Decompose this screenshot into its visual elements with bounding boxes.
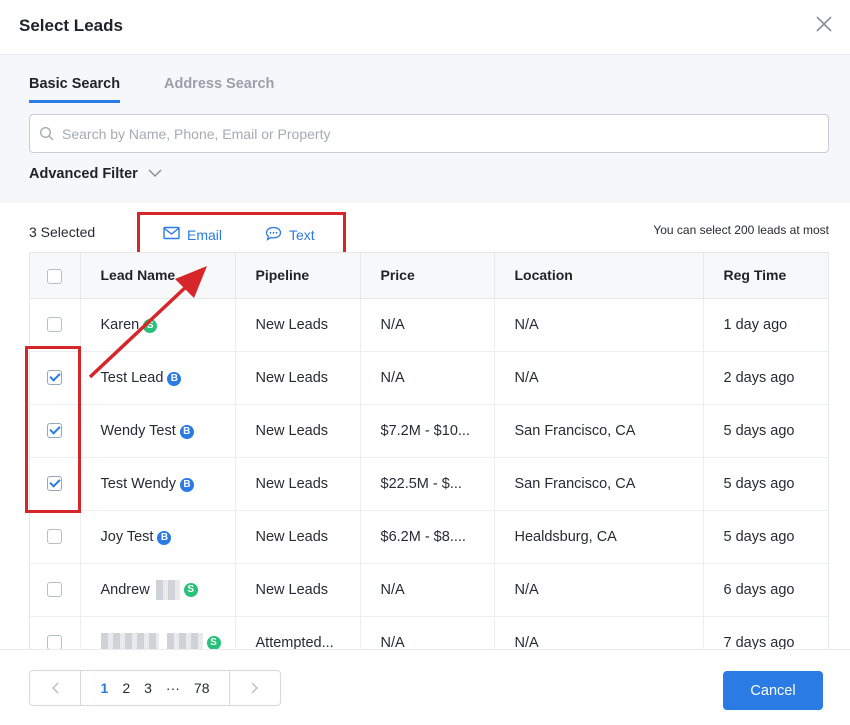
price-cell: N/A: [360, 351, 495, 405]
location-cell: N/A: [494, 351, 704, 405]
pagination-pages: 1 2 3 ··· 78: [81, 680, 229, 696]
price-cell: N/A: [360, 563, 495, 617]
price-cell: $22.5M - $...: [360, 457, 495, 511]
lead-name[interactable]: Andrew: [101, 581, 150, 597]
reg-time-cell: 5 days ago: [703, 510, 828, 564]
page-1[interactable]: 1: [101, 680, 109, 696]
checkbox-highlight-annotation: [25, 346, 81, 513]
table-row[interactable]: Joy Test B New Leads $6.2M - $8.... Heald…: [30, 510, 828, 564]
column-header-price[interactable]: Price: [360, 253, 495, 299]
pipeline-cell: New Leads: [235, 298, 361, 352]
leads-table: Lead Name Pipeline Price Location Reg Ti…: [29, 252, 829, 649]
column-header-lead-name[interactable]: Lead Name: [80, 253, 236, 299]
buyer-badge: B: [167, 371, 182, 386]
table-row[interactable]: Test Wendy B New Leads $22.5M - $... San …: [30, 457, 828, 511]
buyer-badge: B: [179, 424, 194, 439]
text-button[interactable]: Text: [265, 226, 315, 244]
pipeline-cell: New Leads: [235, 351, 361, 405]
tab-basic-search[interactable]: Basic Search: [29, 76, 121, 103]
price-cell: N/A: [360, 298, 495, 352]
lead-name[interactable]: Karen: [101, 317, 140, 333]
email-button-label: Email: [187, 226, 223, 243]
pipeline-cell: New Leads: [235, 404, 361, 458]
search-panel: Basic Search Address Search Advanced Fil…: [0, 55, 850, 203]
page-78[interactable]: 78: [194, 680, 210, 696]
seller-badge: S: [206, 636, 221, 649]
location-cell: N/A: [494, 298, 704, 352]
page-ellipsis[interactable]: ···: [166, 680, 180, 696]
modal-title: Select Leads: [19, 16, 123, 35]
selection-limit-note: You can select 200 leads at most: [653, 223, 829, 237]
buyer-badge: B: [180, 477, 194, 492]
price-cell: $6.2M - $8....: [360, 510, 495, 564]
redacted-name: [166, 632, 203, 649]
row-checkbox[interactable]: [47, 317, 63, 333]
table-row[interactable]: Karen S New Leads N/A N/A 1 day ago: [30, 298, 828, 352]
advanced-filter-toggle[interactable]: Advanced Filter: [29, 166, 162, 182]
chevron-right-icon: [251, 682, 258, 694]
row-checkbox[interactable]: [47, 582, 63, 598]
pipeline-cell: New Leads: [235, 563, 361, 617]
chevron-down-icon: [148, 166, 162, 182]
reg-time-cell: 5 days ago: [703, 404, 828, 458]
table-header-row: Lead Name Pipeline Price Location Reg Ti…: [30, 253, 828, 299]
pipeline-cell: New Leads: [235, 510, 361, 564]
pagination-prev-button[interactable]: [30, 671, 81, 705]
column-header-pipeline[interactable]: Pipeline: [235, 253, 361, 299]
seller-badge: S: [143, 318, 158, 333]
price-cell: N/A: [360, 616, 495, 649]
select-all-checkbox[interactable]: [47, 268, 63, 284]
table-row[interactable]: S Attempted... N/A N/A 7 days ago: [30, 616, 828, 649]
location-cell: Healdsburg, CA: [494, 510, 704, 564]
buyer-badge: B: [157, 530, 172, 545]
pipeline-cell: New Leads: [235, 457, 361, 511]
redacted-name: [155, 579, 180, 600]
email-button[interactable]: Email: [163, 226, 222, 243]
page-3[interactable]: 3: [144, 680, 152, 696]
modal-header: Select Leads: [0, 0, 850, 55]
search-input[interactable]: [62, 115, 822, 152]
lead-name[interactable]: Test Wendy: [101, 476, 177, 492]
chevron-left-icon: [52, 682, 59, 694]
search-icon: [39, 126, 55, 142]
column-header-reg-time[interactable]: Reg Time: [703, 253, 828, 299]
row-checkbox[interactable]: [47, 635, 63, 649]
mail-icon: [163, 226, 180, 243]
reg-time-cell: 2 days ago: [703, 351, 828, 405]
pagination: 1 2 3 ··· 78: [29, 670, 281, 706]
cancel-button[interactable]: Cancel: [723, 671, 823, 710]
advanced-filter-label: Advanced Filter: [29, 166, 138, 182]
page-2[interactable]: 2: [122, 680, 130, 696]
lead-name[interactable]: Test Lead: [101, 370, 164, 386]
close-icon[interactable]: [814, 14, 834, 34]
lead-name[interactable]: Wendy Test: [101, 423, 176, 439]
pipeline-cell: Attempted...: [235, 616, 361, 649]
location-cell: N/A: [494, 616, 704, 649]
reg-time-cell: 7 days ago: [703, 616, 828, 649]
table-row[interactable]: Test Lead B New Leads N/A N/A 2 days ago: [30, 351, 828, 405]
pagination-next-button[interactable]: [229, 671, 280, 705]
redacted-name: [100, 632, 159, 649]
bulk-action-group: Email Text: [137, 212, 346, 255]
lead-name[interactable]: Joy Test: [101, 529, 154, 545]
location-cell: N/A: [494, 563, 704, 617]
price-cell: $7.2M - $10...: [360, 404, 495, 458]
text-button-label: Text: [289, 227, 315, 243]
seller-badge: S: [183, 583, 198, 598]
reg-time-cell: 5 days ago: [703, 457, 828, 511]
reg-time-cell: 6 days ago: [703, 563, 828, 617]
location-cell: San Francisco, CA: [494, 457, 704, 511]
chat-bubble-icon: [265, 226, 282, 244]
row-checkbox[interactable]: [47, 529, 63, 545]
table-row[interactable]: Wendy Test B New Leads $7.2M - $10... San…: [30, 404, 828, 458]
column-header-location[interactable]: Location: [494, 253, 704, 299]
selected-count: 3 Selected: [29, 224, 96, 240]
location-cell: San Francisco, CA: [494, 404, 704, 458]
tab-address-search[interactable]: Address Search: [164, 76, 274, 92]
modal-footer: 1 2 3 ··· 78 Cancel: [0, 649, 850, 725]
table-row[interactable]: Andrew S New Leads N/A N/A 6 days ago: [30, 563, 828, 617]
reg-time-cell: 1 day ago: [703, 298, 828, 352]
search-box: [29, 114, 829, 153]
